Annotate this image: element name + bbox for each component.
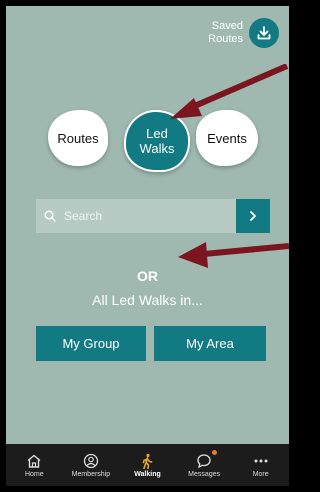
nav-label-messages: Messages — [188, 470, 221, 478]
nav-label-membership: Membership — [71, 470, 111, 478]
messages-icon — [197, 453, 211, 468]
app-screen: Saved Routes Routes Led Walks Events Sea… — [6, 6, 289, 486]
my-area-button[interactable]: My Area — [154, 326, 266, 361]
more-icon — [254, 459, 268, 462]
annotation-arrow-led-walks — [170, 64, 289, 119]
routes-label: Routes — [57, 130, 99, 146]
search-icon — [44, 210, 56, 222]
search-bar — [36, 199, 270, 233]
led-walks-label-line1: Led — [146, 126, 168, 141]
nav-label-walking: Walking — [134, 470, 161, 478]
nav-item-membership[interactable]: Membership — [63, 444, 120, 486]
led-walks-label-line2: Walks — [139, 141, 175, 156]
membership-icon — [83, 453, 99, 468]
home-icon — [27, 454, 41, 468]
nav-item-walking[interactable]: Walking — [119, 444, 176, 486]
saved-routes-button[interactable] — [249, 18, 279, 48]
saved-routes-label-line1: Saved — [211, 20, 243, 32]
saved-routes-label-line2: Routes — [208, 33, 243, 45]
nav-item-messages[interactable]: Messages — [176, 444, 233, 486]
saved-routes[interactable]: Saved Routes — [208, 18, 279, 48]
all-led-walks-heading: All Led Walks in... — [92, 292, 203, 308]
chevron-right-icon — [250, 211, 256, 221]
phone-frame: Saved Routes Routes Led Walks Events Sea… — [0, 0, 289, 492]
search-input[interactable] — [62, 208, 216, 224]
my-group-button[interactable]: My Group — [36, 326, 146, 361]
routes-button[interactable]: Routes — [48, 110, 108, 166]
bottom-nav: Home Membership Walking Messages More — [6, 444, 289, 486]
nav-item-more[interactable]: More — [232, 444, 289, 486]
nav-label-more: More — [252, 470, 269, 478]
nav-item-home[interactable]: Home — [6, 444, 63, 486]
download-icon — [257, 26, 271, 40]
search-submit-button[interactable] — [236, 199, 270, 233]
led-walks-label: Led Walks — [140, 126, 175, 156]
messages-notification-dot — [211, 450, 217, 455]
events-label: Events — [207, 130, 247, 146]
walking-icon — [143, 453, 153, 469]
my-area-label: My Area — [186, 336, 234, 351]
my-group-label: My Group — [62, 336, 120, 351]
search-field[interactable] — [36, 199, 236, 233]
saved-routes-label: Saved Routes — [208, 20, 243, 46]
or-separator: OR — [137, 268, 158, 284]
nav-label-home: Home — [24, 470, 44, 478]
